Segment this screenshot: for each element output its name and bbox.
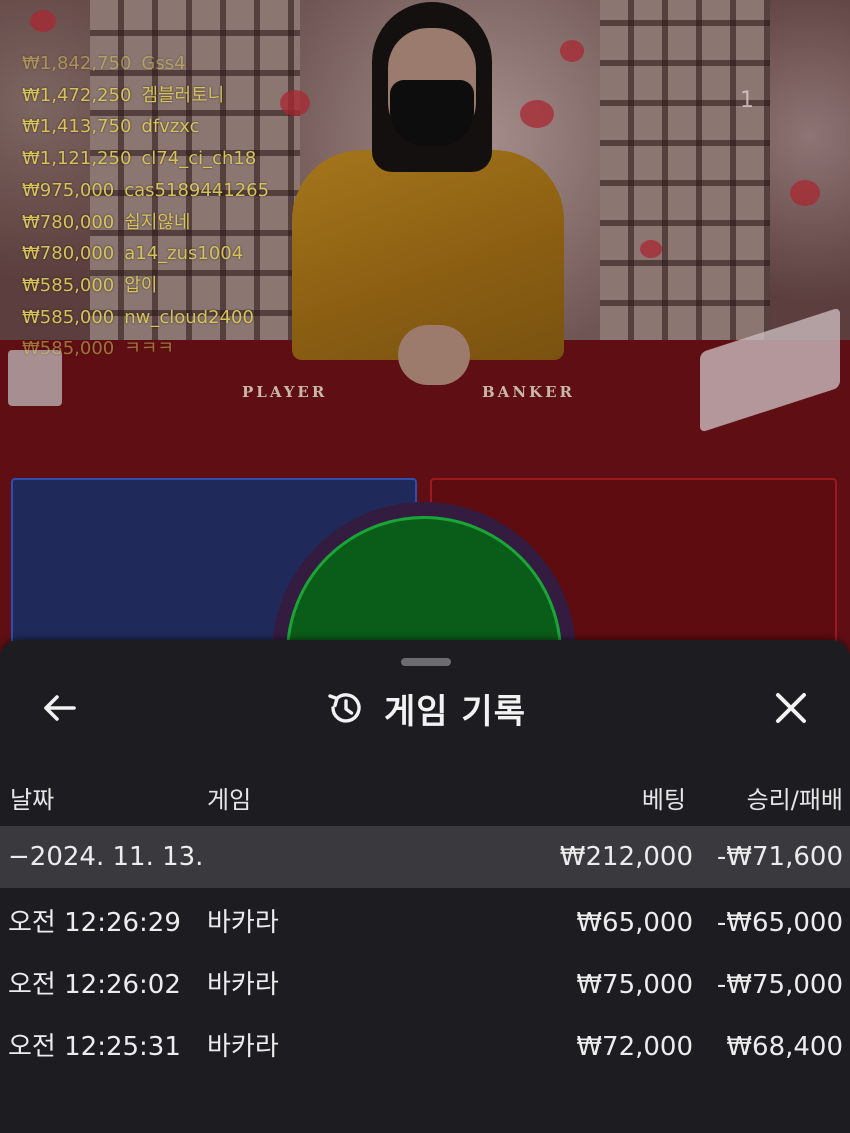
leaderboard-row: ₩585,000 압이 (22, 270, 269, 302)
history-icon (328, 693, 361, 723)
row-bet: ₩65,000 (576, 908, 693, 938)
table-row[interactable]: 오전 12:26:02 바카라 ₩75,000 -₩75,000 (0, 954, 850, 1016)
leaderboard-row: ₩1,842,750 Gss4 (22, 48, 269, 80)
leaderboard-name: nw_cloud2400 (124, 306, 254, 328)
leaderboard-row: ₩975,000 cas5189441265 (22, 175, 269, 207)
row-result: ₩68,400 (726, 1032, 843, 1062)
blossom-decoration (280, 90, 310, 116)
leaderboard-row: ₩1,413,750 dfvzxc (22, 111, 269, 143)
leaderboard-row: ₩1,121,250 cl74_ci_ch18 (22, 143, 269, 175)
leaderboard-amount: ₩780,000 (22, 211, 115, 233)
viewer-count: 1 (740, 88, 754, 113)
back-button[interactable] (34, 686, 84, 730)
row-time: 오전 12:25:31 (8, 1032, 181, 1062)
column-header-date: 날짜 (10, 786, 55, 814)
row-game: 바카라 (207, 908, 279, 938)
leaderboard-name: Gss4 (141, 53, 186, 74)
lattice-screen-right (600, 0, 770, 340)
column-header-game: 게임 (207, 786, 252, 814)
blossom-decoration (520, 100, 554, 128)
dealer-hands (398, 325, 470, 385)
leaderboard-row: ₩1,472,250 겜블러토니 (22, 80, 269, 112)
leaderboard-name: 겜블러토니 (141, 84, 225, 106)
leaderboard-name: 쉽지않네 (124, 211, 191, 233)
row-bet: ₩72,000 (576, 1032, 693, 1062)
leaderboard-amount: ₩585,000 (22, 306, 115, 328)
leaderboard-name: dfvzxc (141, 116, 200, 138)
leaderboard-amount: ₩1,472,250 (22, 84, 132, 106)
table-label-player: PLAYER (242, 383, 328, 401)
blossom-decoration (790, 180, 820, 206)
table-row[interactable]: 오전 12:25:31 바카라 ₩72,000 ₩68,400 (0, 1016, 850, 1078)
date-group-row[interactable]: −2024. 11. 13. ₩212,000 -₩71,600 (0, 826, 850, 888)
leaderboard-name: 압이 (124, 274, 158, 296)
row-game: 바카라 (207, 1032, 279, 1062)
blossom-decoration (30, 10, 56, 32)
sheet-header: 게임 기록 (0, 680, 850, 736)
leaderboard-amount: ₩1,413,750 (22, 116, 132, 138)
leaderboard-amount: ₩585,000 (22, 338, 115, 360)
row-game: 바카라 (207, 970, 279, 1000)
leaderboard-amount: ₩585,000 (22, 274, 115, 296)
date-group-label: −2024. 11. 13. (8, 842, 204, 872)
row-time: 오전 12:26:02 (8, 970, 181, 1000)
blossom-decoration (640, 240, 662, 258)
row-bet: ₩75,000 (576, 970, 693, 1000)
backdrop-wall-right (770, 0, 850, 340)
game-history-sheet: 게임 기록 날짜 게임 베팅 승리/패배 −2024. 11. 13. ₩212… (0, 640, 850, 1133)
close-button[interactable] (764, 684, 818, 732)
row-result: -₩65,000 (716, 908, 843, 938)
arrow-left-icon (44, 695, 76, 721)
leaderboard-row: ₩780,000 쉽지않네 (22, 207, 269, 239)
dealer-mask (390, 80, 474, 146)
leaderboard-row: ₩780,000 a14_zus1004 (22, 238, 269, 270)
table-row[interactable]: 오전 12:26:29 바카라 ₩65,000 -₩65,000 (0, 892, 850, 954)
leaderboard-name: cl74_ci_ch18 (141, 148, 257, 170)
date-group-bet-total: ₩212,000 (559, 842, 693, 872)
column-header-bet: 베팅 (641, 786, 686, 814)
close-icon (776, 693, 806, 723)
column-header-result: 승리/패배 (746, 786, 843, 814)
leaderboard-amount: ₩1,121,250 (22, 148, 132, 170)
leaderboard-name: ㅋㅋㅋ (124, 338, 174, 360)
blossom-decoration (560, 40, 584, 62)
leaderboard-amount: ₩1,842,750 (22, 53, 132, 74)
row-result: -₩75,000 (716, 970, 843, 1000)
sheet-title-group: 게임 기록 (0, 680, 850, 736)
leaderboard-row: ₩585,000 ㅋㅋㅋ (22, 333, 269, 365)
table-label-banker: BANKER (482, 383, 575, 401)
sheet-title: 게임 기록 (384, 691, 526, 732)
leaderboard-row: ₩585,000 nw_cloud2400 (22, 302, 269, 334)
date-group-result-total: -₩71,600 (716, 842, 843, 872)
row-time: 오전 12:26:29 (8, 908, 181, 938)
leaderboard-amount: ₩780,000 (22, 243, 115, 265)
leaderboard: ₩1,842,750 Gss4 ₩1,472,250 겜블러토니 ₩1,413,75… (22, 48, 269, 365)
leaderboard-name: a14_zus1004 (124, 243, 244, 265)
leaderboard-name: cas5189441265 (124, 179, 270, 201)
sheet-drag-handle[interactable] (401, 658, 451, 666)
leaderboard-amount: ₩975,000 (22, 179, 115, 201)
